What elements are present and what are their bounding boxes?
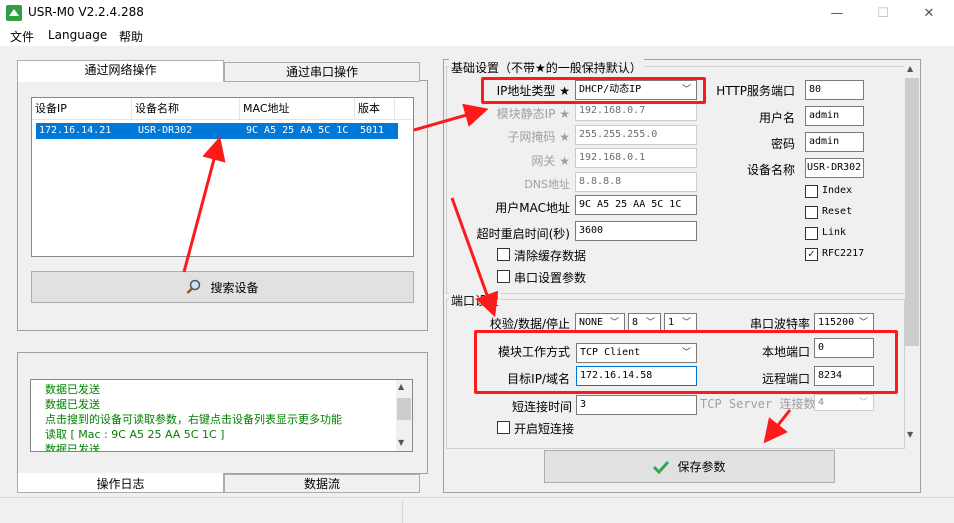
annotation-arrow bbox=[182, 136, 226, 273]
annotation-arrows bbox=[182, 103, 792, 444]
annotation-arrow bbox=[450, 197, 499, 318]
annotation-arrow bbox=[763, 409, 792, 444]
annotation-arrow bbox=[413, 103, 489, 132]
